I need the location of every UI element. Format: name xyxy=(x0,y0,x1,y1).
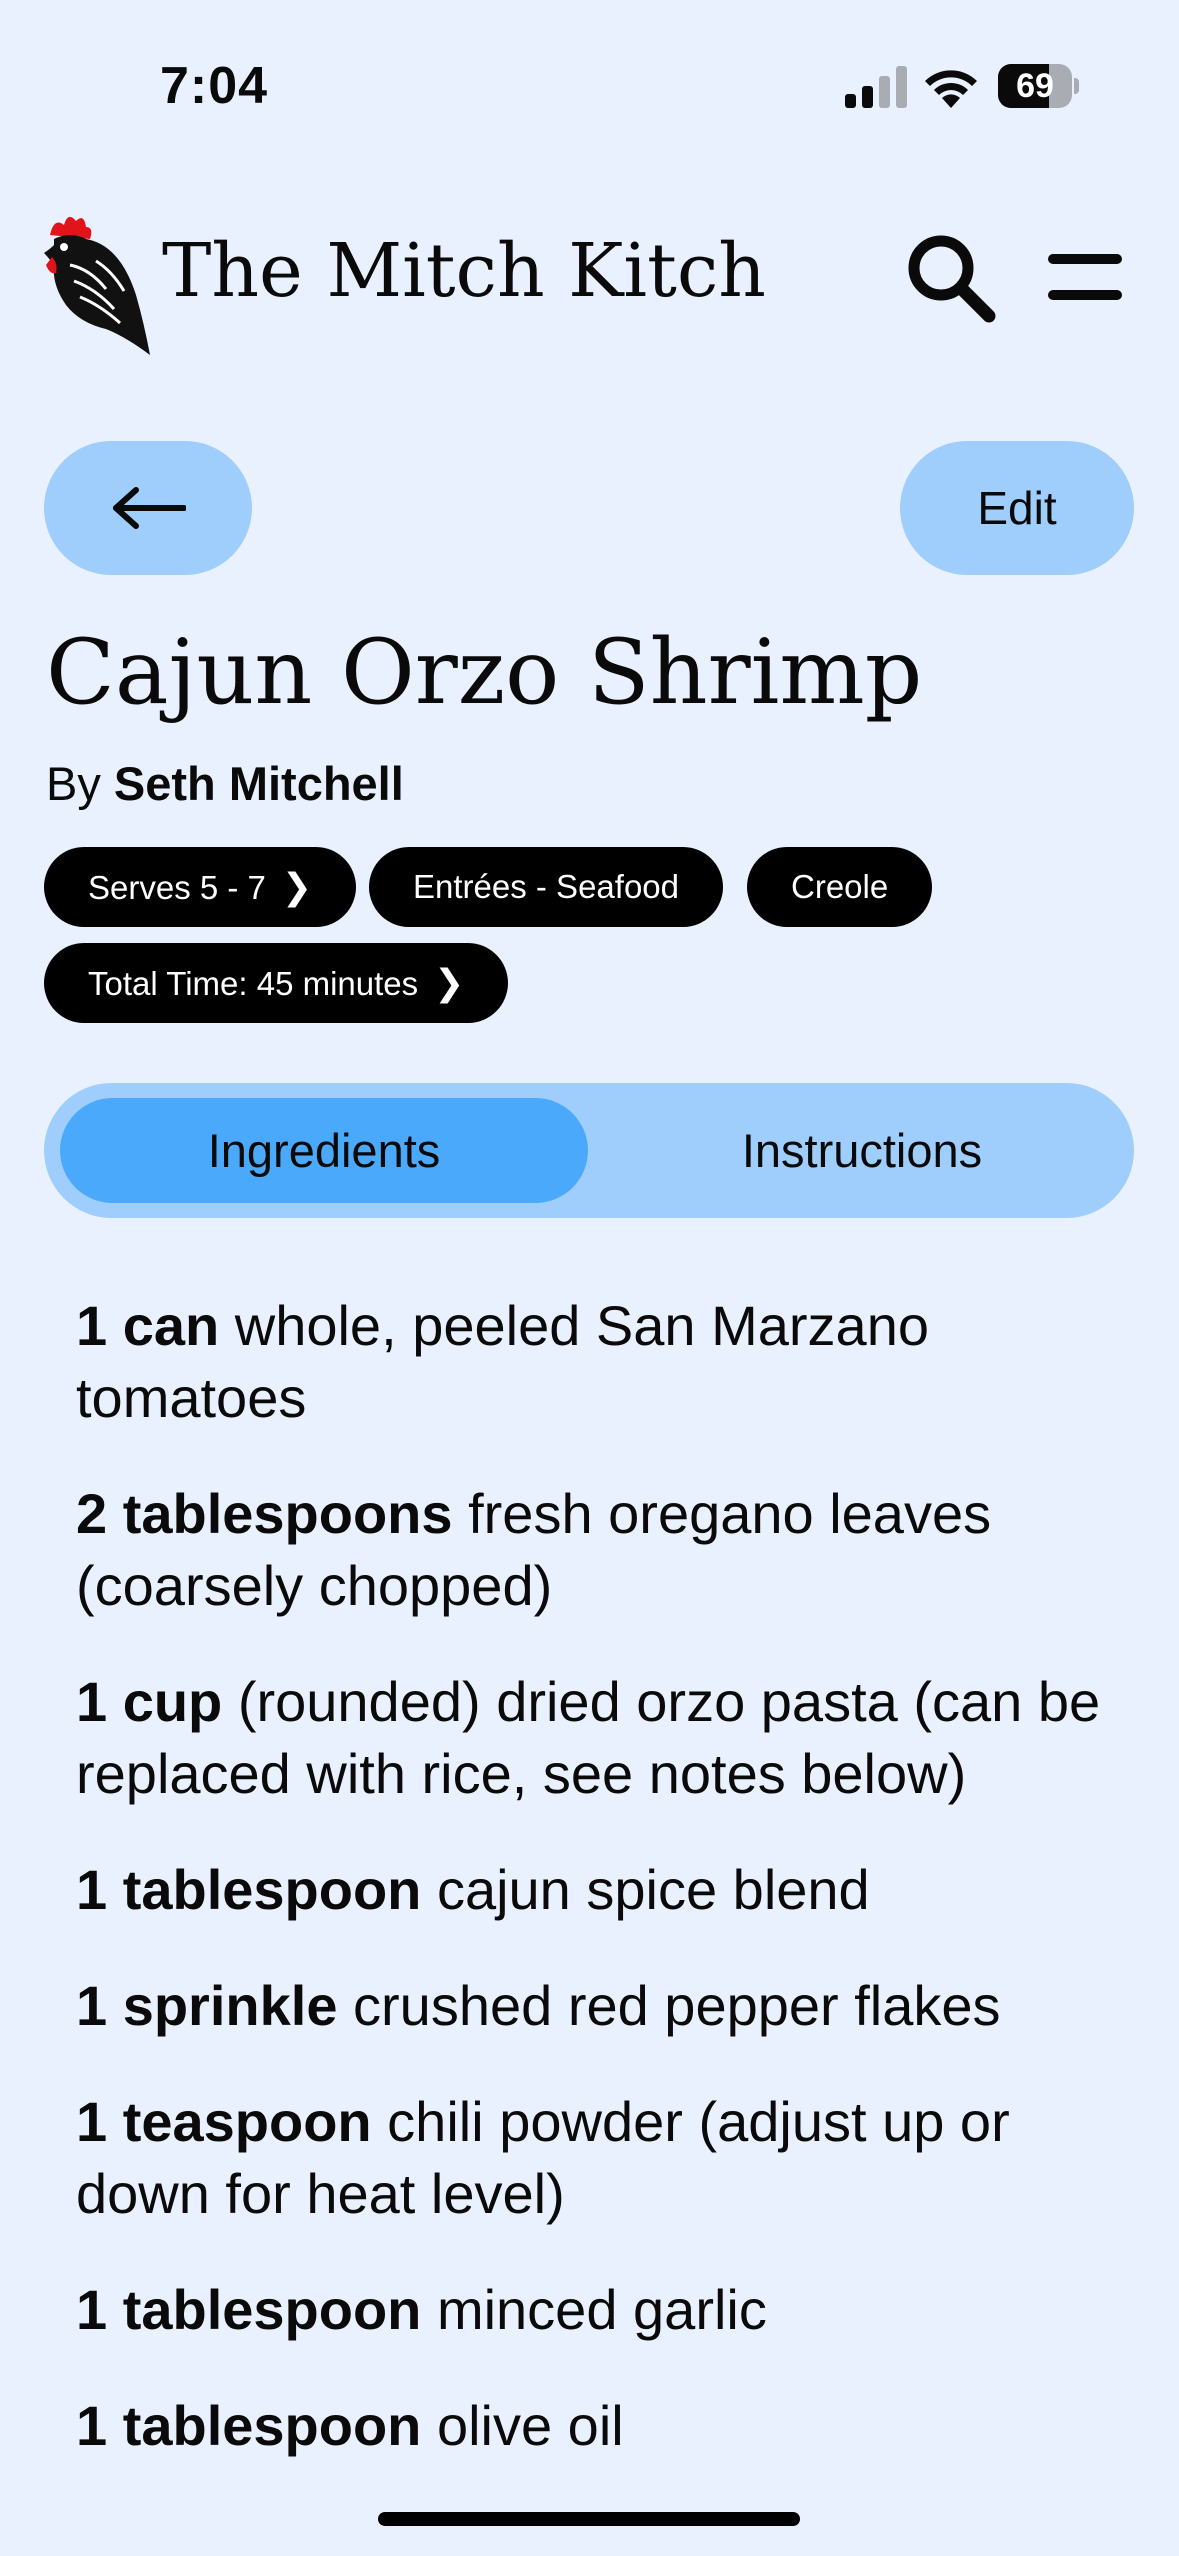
recipe-tabs: Ingredients Instructions xyxy=(44,1083,1134,1218)
tag-label: Creole xyxy=(791,868,889,905)
back-button[interactable] xyxy=(44,441,252,575)
ingredient-amount: 1 cup xyxy=(76,1670,223,1733)
ingredient-text: cajun spice blend xyxy=(421,1858,870,1921)
ingredient-amount: 2 tablespoons xyxy=(76,1482,453,1545)
tab-instructions[interactable]: Instructions xyxy=(606,1098,1118,1203)
battery-icon: 69 xyxy=(998,64,1079,108)
battery-level: 69 xyxy=(1016,67,1054,105)
byline-prefix: By xyxy=(46,757,101,810)
ingredient-text: (rounded) dried orzo pasta (can be repla… xyxy=(76,1670,1101,1805)
ingredient-item: 1 cup (rounded) dried orzo pasta (can be… xyxy=(76,1666,1116,1810)
recipe-title: Cajun Orzo Shrimp xyxy=(46,620,923,725)
ingredient-item: 1 teaspoon chili powder (adjust up or do… xyxy=(76,2086,1116,2230)
tag-cuisine[interactable]: Creole xyxy=(747,847,933,927)
ingredient-item: 1 tablespoon cajun spice blend xyxy=(76,1854,1116,1926)
ingredient-item: 1 sprinkle crushed red pepper flakes xyxy=(76,1970,1116,2042)
chevron-right-icon: ❯ xyxy=(434,962,465,1003)
tag-label: Total Time: 45 minutes xyxy=(88,965,419,1002)
ingredient-amount: 1 tablespoon xyxy=(76,2394,422,2457)
cellular-signal-icon xyxy=(845,66,907,108)
hamburger-menu-icon[interactable] xyxy=(1048,254,1122,304)
author-name: Seth Mitchell xyxy=(113,757,404,810)
ingredient-amount: 1 can xyxy=(76,1294,220,1357)
ingredient-amount: 1 tablespoon xyxy=(76,2278,422,2341)
edit-button[interactable]: Edit xyxy=(900,441,1134,575)
tag-category[interactable]: Entrées - Seafood xyxy=(369,847,723,927)
site-title[interactable]: The Mitch Kitch xyxy=(162,228,766,314)
ingredient-item: 1 can whole, peeled San Marzano tomatoes xyxy=(76,1290,1116,1434)
tag-label: Serves 5 - 7 xyxy=(88,869,266,906)
ingredient-text: crushed red pepper flakes xyxy=(337,1974,1001,2037)
tag-total-time[interactable]: Total Time: 45 minutes ❯ xyxy=(44,943,509,1023)
ingredient-text: olive oil xyxy=(421,2394,624,2457)
ingredient-amount: 1 teaspoon xyxy=(76,2090,372,2153)
status-time: 7:04 xyxy=(160,57,269,115)
ingredient-item: 1 tablespoon olive oil xyxy=(76,2390,1116,2462)
rooster-logo-icon xyxy=(44,216,150,355)
ingredients-list: 1 can whole, peeled San Marzano tomatoes… xyxy=(76,1290,1116,2506)
status-bar: 7:04 69 xyxy=(0,0,1179,150)
home-indicator[interactable] xyxy=(378,2512,800,2526)
search-icon[interactable] xyxy=(905,232,997,324)
wifi-icon xyxy=(925,70,977,108)
tag-servings[interactable]: Serves 5 - 7 ❯ xyxy=(44,847,357,927)
byline: By Seth Mitchell xyxy=(46,756,404,811)
ingredient-amount: 1 sprinkle xyxy=(76,1974,338,2037)
ingredient-item: 1 tablespoon minced garlic xyxy=(76,2274,1116,2346)
ingredient-amount: 1 tablespoon xyxy=(76,1858,422,1921)
tag-label: Entrées - Seafood xyxy=(413,868,679,905)
tab-ingredients[interactable]: Ingredients xyxy=(60,1098,588,1203)
ingredient-text: minced garlic xyxy=(421,2278,767,2341)
chevron-right-icon: ❯ xyxy=(281,866,313,907)
ingredient-item: 2 tablespoons fresh oregano leaves (coar… xyxy=(76,1478,1116,1622)
arrow-left-icon xyxy=(113,487,186,529)
